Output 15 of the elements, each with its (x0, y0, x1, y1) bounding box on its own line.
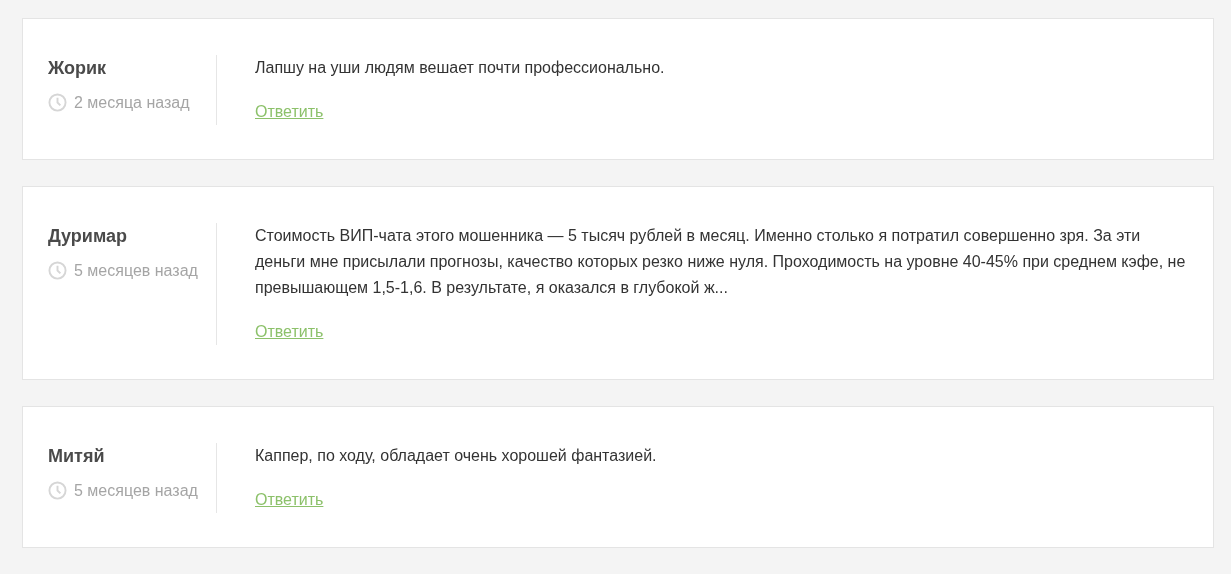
comment-text: Лапшу на уши людям вешает почти профессионально. (255, 58, 665, 78)
comment-author: Митяй (48, 445, 105, 468)
clock-icon (48, 481, 67, 500)
reply-link[interactable]: Ответить (255, 487, 324, 513)
clock-icon (48, 261, 67, 280)
comment-text: Каппер, по ходу, обладает очень хорошей фантазией. (255, 446, 657, 466)
comment-text: Стоимость ВИП-чата этого мошенника — 5 тысяч рублей в месяц. Именно столько я потратил совершенно зря. За эти деньги мне присылали прогнозы, качество которых резко ниже нуля. Проходимость на уровне 40-45% при среднем кэфе, не превышающем 1,5-1,6. В результате, я оказался в глубокой ж... (255, 226, 1187, 298)
comment-author: Жорик (48, 57, 107, 80)
comment-time: 2 месяца назад (74, 93, 191, 113)
clock-icon (48, 93, 67, 112)
comment-time: 5 месяцев назад (74, 481, 198, 501)
reply-link[interactable]: Ответить (255, 99, 324, 125)
comment-time: 5 месяцев назад (74, 261, 198, 281)
comment-author: Дуримар (48, 225, 127, 248)
reply-link[interactable]: Ответить (255, 319, 324, 345)
